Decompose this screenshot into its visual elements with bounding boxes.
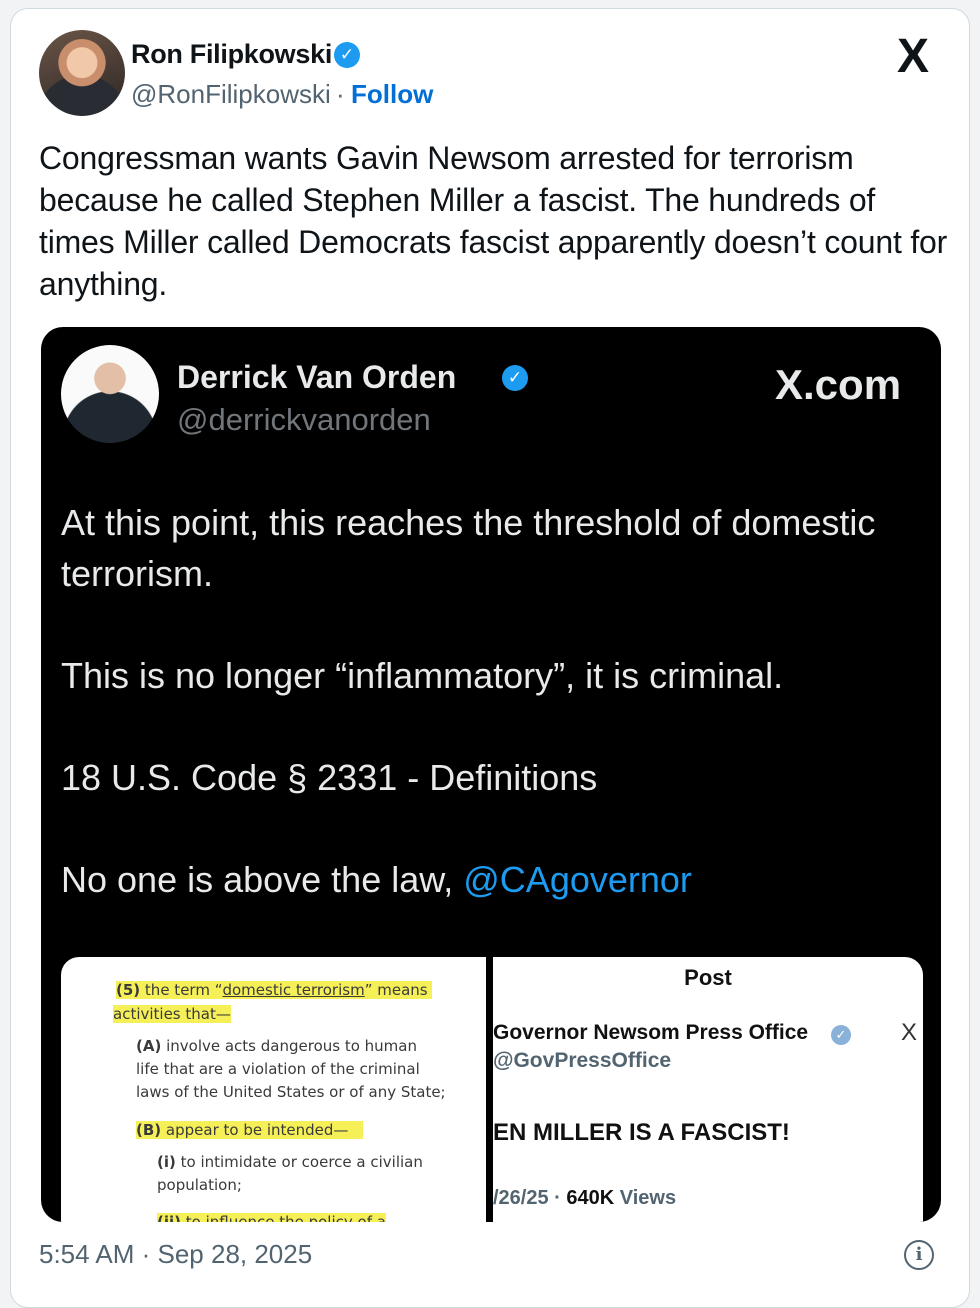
statute-item-b: (B) appear to be intended—: [136, 1119, 363, 1142]
shot-author-handle: @GovPressOffice: [493, 1049, 672, 1072]
embed-author-name: Derrick Van Orden: [177, 359, 457, 395]
author-name[interactable]: Ron Filipkowski: [131, 39, 332, 70]
embed-last-paragraph: No one is above the law, @CAgovernor: [61, 854, 921, 905]
statute-item-ii: (ii) to influence the policy of a: [157, 1211, 386, 1222]
statute-line-2: activities that—: [113, 1005, 231, 1023]
post-timestamp[interactable]: 5:54 AM · Sep 28, 2025: [39, 1239, 312, 1270]
author-avatar[interactable]: [39, 30, 125, 116]
x-logo-icon[interactable]: X: [897, 29, 929, 84]
statute-item-a: (A) involve acts dangerous to human life…: [136, 1037, 446, 1101]
statute-item-i: (i) to intimidate or coerce a civilian p…: [157, 1153, 423, 1194]
shot-verified-badge-icon: ✓: [831, 1025, 851, 1045]
embed-last-text: No one is above the law,: [61, 859, 464, 900]
statute-screenshot: (5) the term “domestic terrorism” means …: [61, 957, 486, 1222]
embed-paragraph: 18 U.S. Code § 2331 - Definitions: [61, 757, 598, 798]
post-card: Ron Filipkowski ✓ @RonFilipkowski · Foll…: [10, 8, 970, 1308]
embedded-post-image[interactable]: Derrick Van Orden ✓ @derrickvanorden X.c…: [41, 327, 941, 1222]
embed-site-label: X.com: [775, 361, 902, 408]
embed-mention: @CAgovernor: [463, 859, 692, 900]
handle-separator: ·: [336, 79, 345, 109]
embed-paragraph: At this point, this reaches the threshol…: [61, 502, 876, 594]
shot-headline: EN MILLER IS A FASCIST!: [493, 1119, 790, 1146]
author-handle[interactable]: @RonFilipkowski: [131, 79, 331, 110]
shot-title: Post: [684, 965, 732, 990]
embed-author-handle: @derrickvanorden: [177, 402, 431, 437]
shot-meta: /26/25 · 640K Views: [493, 1187, 677, 1209]
embed-author-avatar: [61, 345, 159, 443]
shot-x-icon: X: [901, 1019, 918, 1046]
info-icon[interactable]: i: [904, 1240, 934, 1270]
embed-paragraph: This is no longer “inflammatory”, it is …: [61, 655, 784, 696]
quoted-post-screenshot: Post Governor Newsom Press Office ✓ X @G…: [493, 957, 923, 1222]
statute-line-1: (5) the term “domestic terrorism” means: [116, 979, 433, 1002]
shot-author-name: Governor Newsom Press Office: [493, 1021, 809, 1044]
embed-media: (5) the term “domestic terrorism” means …: [61, 957, 923, 1222]
embed-body: At this point, this reaches the threshol…: [61, 497, 921, 956]
embed-verified-badge-icon: ✓: [502, 365, 528, 391]
follow-button[interactable]: Follow: [351, 79, 433, 110]
verified-badge-icon: ✓: [334, 42, 360, 68]
post-text: Congressman wants Gavin Newsom arrested …: [39, 140, 948, 302]
